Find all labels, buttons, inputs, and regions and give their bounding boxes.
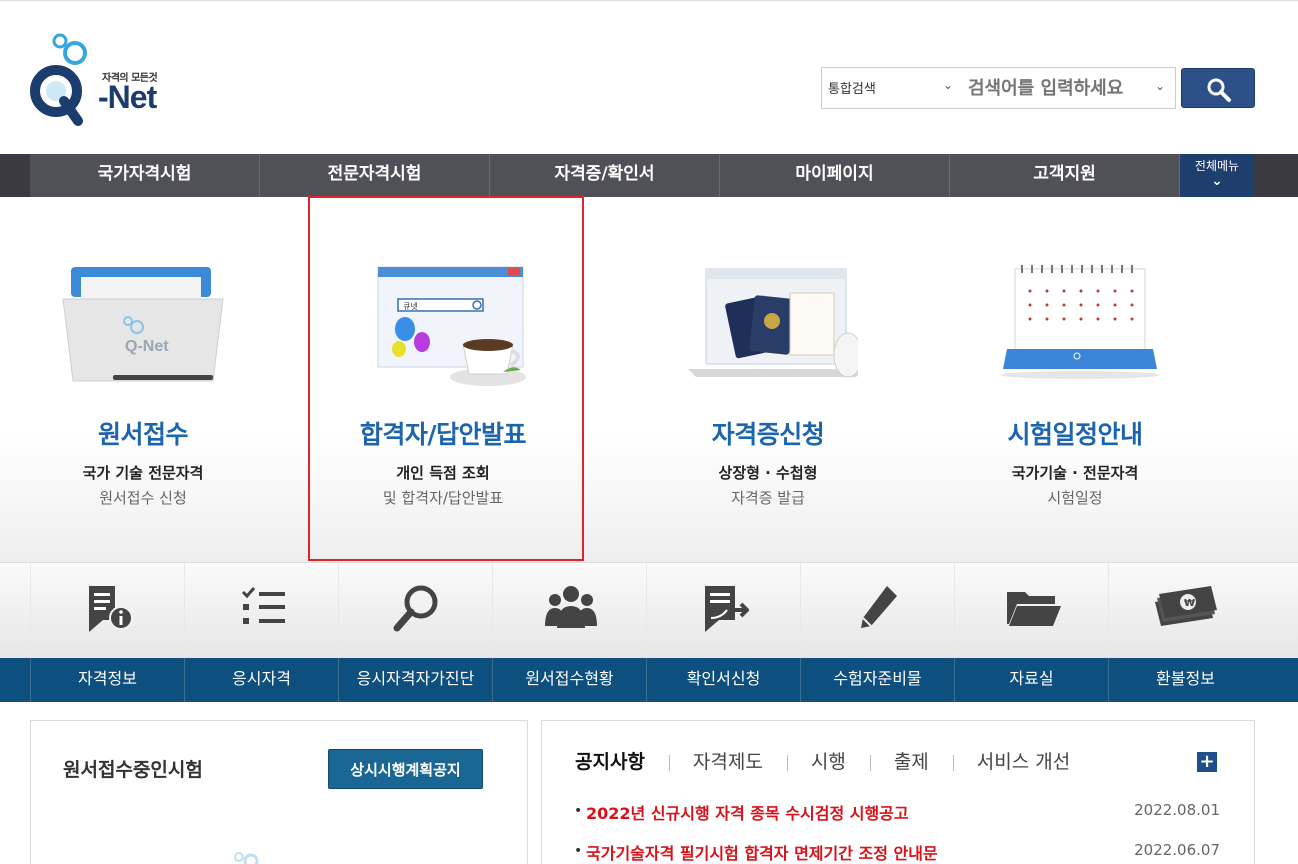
quick-icon-cell[interactable] <box>954 562 1108 658</box>
card-subtitle: 상장형 · 수첩형 <box>718 464 818 482</box>
quick-icon-cell[interactable] <box>338 562 492 658</box>
qnet-logo[interactable]: 자격의 모든것 -Net <box>30 31 180 131</box>
search-category-value: 통합검색 <box>828 82 876 97</box>
card-application[interactable]: Q-Net 원서접수 국가 기술 전문자격 원서접수 신청 <box>3 197 283 562</box>
card-title: 자격증신청 <box>711 420 825 449</box>
nav-mypage[interactable]: 마이페이지 <box>720 154 950 197</box>
hero-section: Q-Net 원서접수 국가 기술 전문자격 원서접수 신청 큐넷 합격자/답안발… <box>0 197 1298 562</box>
tab-administration[interactable]: 시행 <box>786 747 870 774</box>
qnet-watermark-icon <box>234 852 259 864</box>
logo-net-text: -Net <box>98 79 157 115</box>
quick-label[interactable]: 환불정보 <box>1108 658 1262 702</box>
quick-label[interactable]: 원서접수현황 <box>492 658 646 702</box>
group-icon <box>545 586 597 628</box>
quick-icon-cell[interactable] <box>646 562 800 658</box>
tab-question-setting[interactable]: 출제 <box>869 747 953 774</box>
nav-support[interactable]: 고객지원 <box>950 154 1180 197</box>
quick-icon-cell[interactable] <box>800 562 954 658</box>
card-description: 시험일정 <box>1047 489 1103 507</box>
notice-panel: 공지사항 자격제도 시행 출제 서비스 개선 + • 2022년 신규시행 자격… <box>541 720 1255 864</box>
quick-menu: 자격정보 응시자격 응시자격자가진단 원서접수현황 확인서신청 수험자준비물 자… <box>0 562 1298 702</box>
nav-national-exam[interactable]: 국가자격시험 <box>30 154 260 197</box>
quick-label[interactable]: 응시자격 <box>184 658 338 702</box>
card-description: 자격증 발급 <box>731 489 805 507</box>
search-input[interactable] <box>962 68 1172 108</box>
quick-label[interactable]: 응시자격자가진단 <box>338 658 492 702</box>
laptop-passport-illustration-icon <box>688 268 858 378</box>
quick-label[interactable]: 자료실 <box>954 658 1108 702</box>
card-description: 원서접수 신청 <box>99 489 187 507</box>
all-menu-label: 전체메뉴 <box>1194 159 1240 173</box>
quick-label[interactable]: 수험자준비물 <box>800 658 954 702</box>
svg-text:₩: ₩ <box>1184 598 1195 609</box>
card-certificate[interactable]: 자격증신청 상장형 · 수첩형 자격증 발급 <box>628 197 908 562</box>
folder-illustration-icon: Q-Net <box>62 267 224 382</box>
header: 자격의 모든것 -Net 통합검색 ⌄ ⌄ <box>0 0 1298 154</box>
quick-icon-cell[interactable] <box>492 562 646 658</box>
search-button[interactable] <box>1181 68 1255 108</box>
card-results[interactable]: 큐넷 합격자/답안발표 개인 득점 조회 및 합격자/답안발표 <box>303 197 583 562</box>
notice-title-link[interactable]: 국가기술자격 필기시험 합격자 면제기간 조정 안내문 <box>586 840 938 864</box>
all-menu-button[interactable]: 전체메뉴 ⌄ <box>1180 154 1254 197</box>
chevron-down-icon: ⌄ <box>942 78 953 92</box>
card-subtitle: 국가기술 · 전문자격 <box>1011 464 1139 482</box>
magnifier-icon <box>393 585 438 632</box>
notice-item: • 국가기술자격 필기시험 합격자 면제기간 조정 안내문 2022.06.07 <box>574 840 1220 864</box>
main-navigation: 국가자격시험 전문자격시험 자격증/확인서 마이페이지 고객지원 전체메뉴 ⌄ <box>0 154 1298 197</box>
card-title: 시험일정안내 <box>1007 420 1143 449</box>
chevron-down-icon: ⌄ <box>1154 79 1165 93</box>
notice-date: 2022.06.07 <box>1134 841 1220 859</box>
card-schedule[interactable]: 시험일정안내 국가기술 · 전문자격 시험일정 <box>935 197 1215 562</box>
browser-coffee-illustration-icon: 큐넷 <box>377 266 526 386</box>
card-subtitle: 개인 득점 조회 <box>396 464 490 482</box>
card-subtitle: 국가 기술 전문자격 <box>82 464 204 482</box>
search-category-select[interactable]: 통합검색 ⌄ <box>822 68 962 108</box>
pencil-icon <box>861 586 897 628</box>
quick-icon-cell[interactable] <box>184 562 338 658</box>
card-title: 원서접수 <box>97 420 189 449</box>
document-arrow-icon <box>705 586 749 632</box>
panel-title: 원서접수중인시험 <box>63 759 203 781</box>
bullet-icon: • <box>574 803 583 819</box>
quick-icon-cell[interactable]: ₩ <box>1108 562 1262 658</box>
card-description: 및 합격자/답안발표 <box>382 489 504 507</box>
chevron-down-icon: ⌄ <box>1211 173 1223 189</box>
page: 자격의 모든것 -Net 통합검색 ⌄ ⌄ 국가자격시험 전문자격시험 자격증/… <box>0 0 1298 864</box>
more-plus-icon[interactable]: + <box>1197 752 1217 772</box>
nav-professional-exam[interactable]: 전문자격시험 <box>260 154 490 197</box>
money-icon: ₩ <box>1155 586 1217 626</box>
tab-notice[interactable]: 공지사항 <box>575 747 669 774</box>
search-icon <box>1207 78 1231 102</box>
calendar-illustration-icon <box>1000 265 1160 379</box>
checklist-icon <box>241 587 285 624</box>
open-applications-panel: 원서접수중인시험 상시시행계획공지 <box>30 720 528 864</box>
bullet-icon: • <box>574 843 583 859</box>
tab-qualification-system[interactable]: 자격제도 <box>668 747 787 774</box>
quick-label[interactable]: 자격정보 <box>30 658 184 702</box>
notice-date: 2022.08.01 <box>1134 801 1220 819</box>
tab-service-improvement[interactable]: 서비스 개선 <box>952 747 1094 774</box>
notice-item: • 2022년 신규시행 자격 종목 수시검정 시행공고 2022.08.01 <box>574 800 1220 824</box>
card-title: 합격자/답안발표 <box>359 420 527 449</box>
folder-icon <box>1007 592 1061 626</box>
regular-plan-notice-button[interactable]: 상시시행계획공지 <box>328 749 483 789</box>
quick-label[interactable]: 확인서신청 <box>646 658 800 702</box>
document-info-icon <box>89 586 133 632</box>
nav-certificate[interactable]: 자격증/확인서 <box>490 154 720 197</box>
search-box: 통합검색 ⌄ ⌄ <box>821 67 1176 109</box>
illustration-search-text: 큐넷 <box>403 302 418 311</box>
notice-tabs: 공지사항 자격제도 시행 출제 서비스 개선 <box>575 747 1094 774</box>
notice-title-link[interactable]: 2022년 신규시행 자격 종목 수시검정 시행공고 <box>586 800 909 824</box>
illustration-qnet-text: Q-Net <box>125 338 169 355</box>
quick-icon-cell[interactable] <box>30 562 184 658</box>
